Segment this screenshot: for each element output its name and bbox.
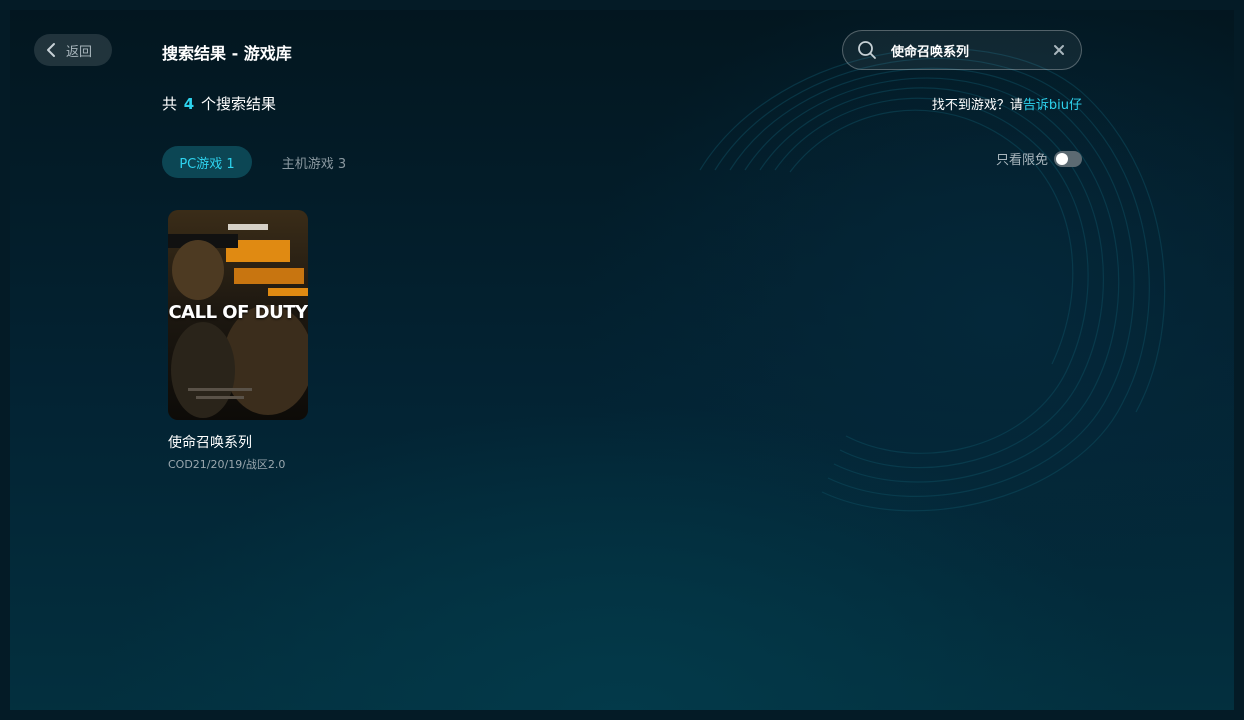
feedback-prompt: 找不到游戏？请告诉biu仔 — [932, 94, 1082, 113]
chevron-left-icon — [47, 43, 55, 57]
tab-pc-games-label: PC游戏 1 — [179, 156, 235, 172]
feedback-text: 找不到游戏？请 — [931, 98, 1023, 113]
tab-console-games-label: 主机游戏 3 — [281, 156, 347, 172]
back-button-label: 返回 — [66, 44, 93, 60]
result-count: 共 4 个搜索结果 — [162, 93, 276, 114]
result-count-suffix: 个搜索结果 — [201, 95, 277, 113]
back-button[interactable]: 返回 — [34, 34, 112, 66]
free-only-filter: 只看限免 — [996, 149, 1082, 168]
game-card[interactable]: CALL OF DUTY 使命召唤系列 COD21/20/19/战区2.0 — [168, 210, 318, 472]
feedback-link[interactable]: 告诉biu仔 — [1023, 98, 1082, 113]
game-title: 使命召唤系列 — [168, 435, 252, 451]
tab-console-games[interactable]: 主机游戏 3 — [268, 146, 360, 178]
free-only-toggle[interactable] — [1054, 150, 1082, 167]
free-only-label: 只看限免 — [995, 153, 1048, 168]
app-root: 返回 搜索结果 - 游戏库 共 4 个搜索结果 找不到游戏？请告诉biu仔 PC… — [0, 0, 1244, 720]
result-count-prefix: 共 — [162, 95, 178, 113]
search-icon — [858, 41, 876, 59]
tab-pc-games[interactable]: PC游戏 1 — [162, 146, 252, 178]
result-count-number: 4 — [183, 95, 195, 113]
page-title: 搜索结果 - 游戏库 — [162, 44, 292, 63]
game-subtitle: COD21/20/19/战区2.0 — [168, 458, 286, 471]
game-cover-logo: CALL OF DUTY — [168, 302, 308, 323]
toggle-knob — [1056, 152, 1068, 165]
close-icon[interactable] — [1053, 44, 1065, 56]
background-contour-decoration — [699, 48, 1166, 512]
search-input[interactable] — [891, 42, 1031, 58]
game-cover[interactable]: CALL OF DUTY — [168, 210, 308, 420]
search-box[interactable] — [842, 30, 1082, 70]
